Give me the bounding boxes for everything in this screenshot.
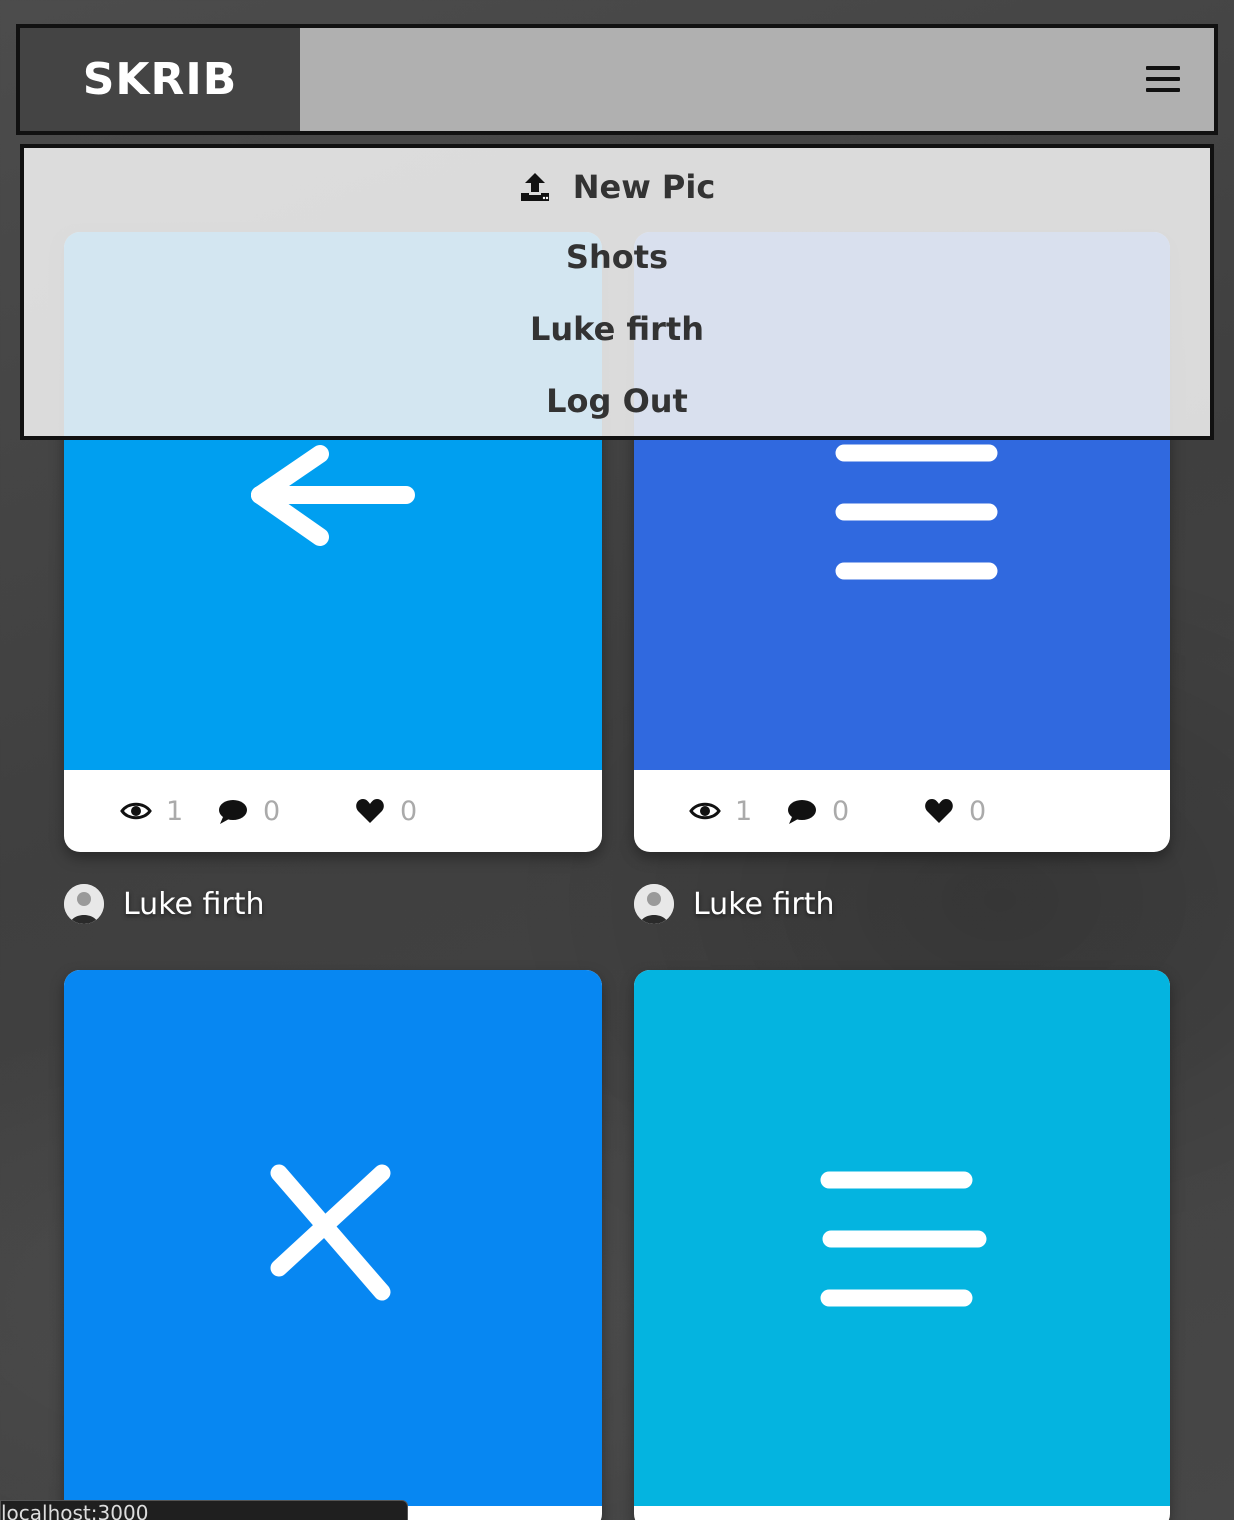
avatar-photo (64, 884, 104, 924)
menu-lines-icon (820, 1171, 987, 1307)
shot-stats: 1 0 0 (64, 770, 602, 852)
comment-bubble-icon (219, 800, 247, 824)
heart-icon[interactable] (923, 795, 955, 827)
menu-item-profile[interactable]: Luke firth (24, 310, 1210, 348)
logo-container[interactable]: SKRIB (20, 28, 300, 131)
avatar[interactable] (64, 884, 104, 924)
likes-stat[interactable]: 0 (354, 795, 417, 827)
shot-card[interactable] (634, 970, 1170, 1520)
shot-image[interactable] (634, 970, 1170, 1506)
menu-item-label: Luke firth (529, 310, 704, 348)
author-name[interactable]: Luke firth (693, 887, 835, 922)
comment-bubble-icon (788, 800, 816, 824)
status-bar-url: localhost:3000 (0, 1500, 408, 1520)
author-link[interactable]: Luke firth (64, 884, 265, 924)
views-count: 1 (166, 795, 184, 827)
likes-count: 0 (400, 795, 418, 827)
views-stat: 1 (689, 795, 752, 827)
likes-count: 0 (969, 795, 987, 827)
views-count: 1 (735, 795, 753, 827)
views-stat: 1 (120, 795, 183, 827)
eye-icon (689, 802, 721, 820)
likes-stat[interactable]: 0 (923, 795, 986, 827)
shot-card[interactable] (64, 970, 602, 1520)
upload-icon (520, 173, 549, 201)
eye-icon (120, 802, 152, 820)
avatar-photo (634, 884, 674, 924)
comments-count: 0 (263, 795, 281, 827)
status-url-text: localhost:3000 (1, 1501, 149, 1520)
author-link[interactable]: Luke firth (634, 884, 835, 924)
hamburger-menu-icon[interactable] (1146, 66, 1180, 92)
avatar[interactable] (634, 884, 674, 924)
author-name[interactable]: Luke firth (123, 887, 265, 922)
menu-item-new-pic[interactable]: New Pic (24, 168, 1210, 211)
comments-stat[interactable]: 0 (786, 795, 849, 827)
menu-item-label: Log Out (546, 382, 688, 420)
header-spacer (300, 28, 1214, 131)
close-x-icon (270, 1164, 391, 1301)
menu-item-label: Shots (565, 238, 669, 276)
menu-item-shots[interactable]: Shots (24, 238, 1210, 276)
shot-image[interactable] (64, 970, 602, 1506)
comments-count: 0 (832, 795, 850, 827)
menu-item-log-out[interactable]: Log Out (24, 382, 1210, 420)
skrib-logo[interactable]: SKRIB (83, 54, 238, 105)
heart-icon[interactable] (354, 795, 386, 827)
dropdown-menu: New Pic Shots Luke firth Log Out (20, 144, 1214, 440)
menu-item-label: New Pic (572, 168, 716, 206)
comments-stat[interactable]: 0 (217, 795, 280, 827)
top-nav-bar: SKRIB (16, 24, 1218, 135)
shot-stats: 1 0 0 (634, 770, 1170, 852)
